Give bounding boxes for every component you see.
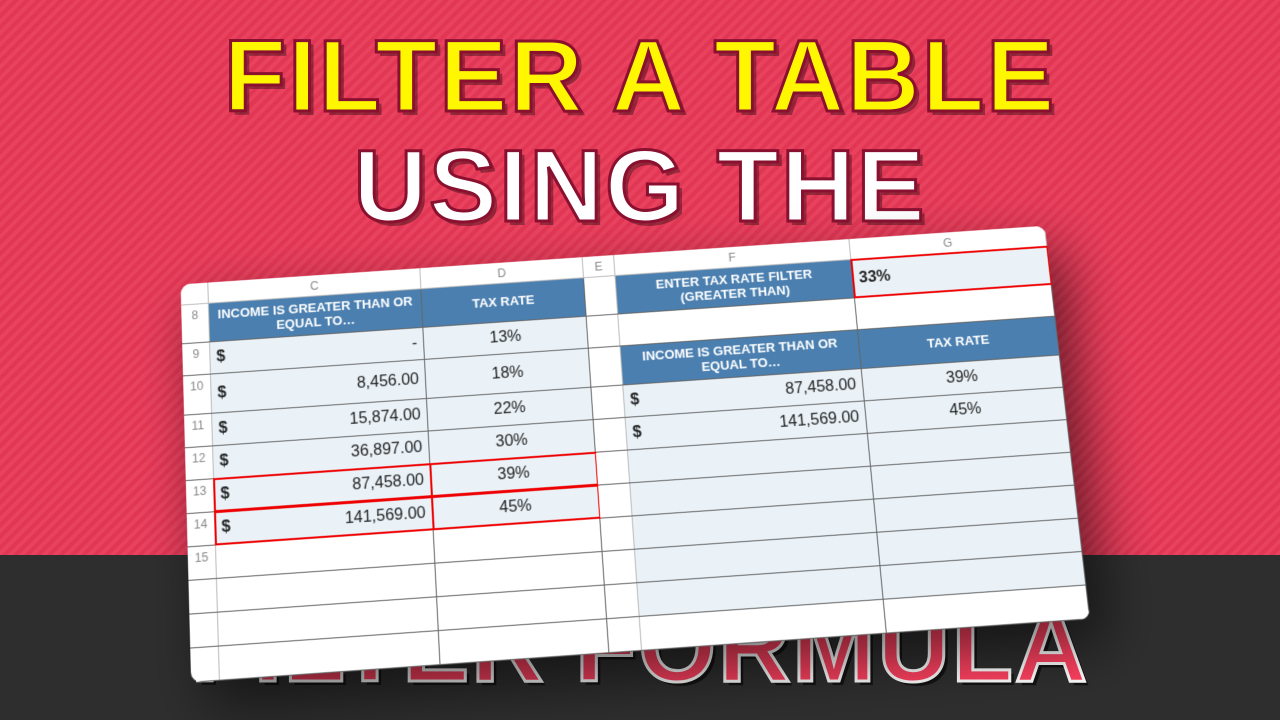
spreadsheet-wrap: C D E F G 8 INCOME IS GREATER THAN OR EQ… — [185, 250, 1065, 649]
spreadsheet: C D E F G 8 INCOME IS GREATER THAN OR EQ… — [181, 226, 1091, 683]
title-line-1: FILTER A TABLE — [0, 18, 1280, 135]
title-line-2: USING THE — [0, 128, 1280, 245]
